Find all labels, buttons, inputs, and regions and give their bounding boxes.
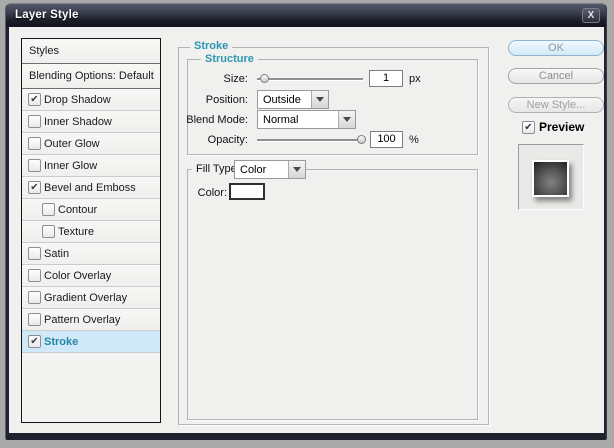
chevron-down-icon[interactable] [338,111,355,128]
sidebar-item-label: Styles [29,45,59,57]
sidebar-item-label: Inner Glow [44,159,98,172]
sidebar-item-label: Gradient Overlay [44,291,128,304]
checked-checkbox[interactable]: ✔ [28,181,41,194]
sidebar-item-gradient-overlay[interactable]: Gradient Overlay [22,287,160,309]
position-dropdown-value: Outside [263,93,301,106]
sidebar-item-inner-shadow[interactable]: Inner Shadow [22,111,160,133]
unchecked-checkbox[interactable] [28,313,41,326]
unchecked-checkbox[interactable] [28,115,41,128]
checked-checkbox[interactable]: ✔ [28,335,41,348]
style-preview-thumbnail [518,144,584,210]
checked-checkbox[interactable]: ✔ [28,93,41,106]
sidebar-item-label: Pattern Overlay [44,313,121,326]
opacity-label: Opacity: [207,134,248,146]
fill-type-group [187,169,478,420]
blend-mode-label: Blend Mode: [186,114,248,126]
sidebar-item-contour[interactable]: Contour [22,199,160,221]
unchecked-checkbox[interactable] [42,203,55,216]
styles-list: Styles Blending Options: Default ✔ Drop Sha… [21,38,161,423]
sidebar-item-color-overlay[interactable]: Color Overlay [22,265,160,287]
chevron-down-icon[interactable] [311,91,328,108]
sidebar-item-label: Drop Shadow [44,93,111,106]
position-label: Position: [205,94,248,106]
unchecked-checkbox[interactable] [28,137,41,150]
blend-mode-dropdown[interactable]: Normal [257,110,356,129]
position-dropdown[interactable]: Outside [257,90,329,109]
sidebar-item-satin[interactable]: Satin [22,243,160,265]
window-title: Layer Style [15,9,79,21]
sidebar-item-texture[interactable]: Texture [22,221,160,243]
sidebar-item-label: Inner Shadow [44,115,112,128]
color-label: Color: [197,187,227,199]
sidebar-item-styles[interactable]: Styles [22,39,160,64]
sidebar-item-blending-options-default[interactable]: Blending Options: Default [22,64,160,89]
sidebar-item-label: Blending Options: Default [29,70,154,82]
sidebar-item-label: Satin [44,247,70,260]
sidebar-item-pattern-overlay[interactable]: Pattern Overlay [22,309,160,331]
structure-legend: Structure [201,53,258,65]
dialog-body: Styles Blending Options: Default ✔ Drop Sha… [9,27,604,433]
size-slider-track[interactable] [257,78,363,80]
size-slider-thumb[interactable] [260,74,269,83]
opacity-slider-track[interactable] [257,139,363,141]
unchecked-checkbox[interactable] [28,247,41,260]
sidebar-item-label: Texture [58,225,95,238]
size-label: Size: [223,73,248,85]
sidebar-item-label: Outer Glow [44,137,100,150]
opacity-unit-label: % [409,134,419,146]
cancel-button[interactable]: Cancel [508,68,604,84]
fill-type-dropdown[interactable]: Color [234,160,306,179]
size-unit-label: px [409,73,421,85]
unchecked-checkbox[interactable] [28,291,41,304]
opacity-value-field[interactable]: 100 [370,131,403,148]
fill-type-dropdown-value: Color [240,163,267,176]
sidebar-item-stroke[interactable]: ✔ Stroke [22,331,160,353]
close-icon[interactable]: X [582,8,600,23]
desktop-background: Layer Style X Styles Blending Options: De… [0,0,614,448]
opacity-slider-thumb[interactable] [357,135,366,144]
unchecked-checkbox[interactable] [28,269,41,282]
sidebar-item-outer-glow[interactable]: Outer Glow [22,133,160,155]
preview-label: Preview [539,120,585,134]
sidebar-item-label: Contour [58,203,98,216]
size-value-field[interactable]: 1 [369,70,403,87]
preview-checkbox[interactable]: ✔ [522,120,535,134]
preview-option[interactable]: ✔ Preview [522,120,584,134]
unchecked-checkbox[interactable] [28,159,41,172]
sidebar-item-label: Color Overlay [44,269,112,282]
unchecked-checkbox[interactable] [42,225,55,238]
sidebar-item-inner-glow[interactable]: Inner Glow [22,155,160,177]
sidebar-item-label: Bevel and Emboss [44,181,136,194]
chevron-down-icon[interactable] [288,161,305,178]
blend-mode-dropdown-value: Normal [263,113,299,126]
sidebar-item-drop-shadow[interactable]: ✔ Drop Shadow [22,89,160,111]
title-bar[interactable]: Layer Style X [6,4,606,27]
layer-style-dialog: Layer Style X Styles Blending Options: De… [5,3,607,440]
ok-button[interactable]: OK [508,40,604,56]
new-style-button[interactable]: New Style... [508,97,604,113]
stroke-panel-legend: Stroke [190,40,233,52]
stroke-color-swatch[interactable] [229,183,265,200]
preview-swatch-image [532,160,569,197]
sidebar-item-label: Stroke [44,335,79,348]
